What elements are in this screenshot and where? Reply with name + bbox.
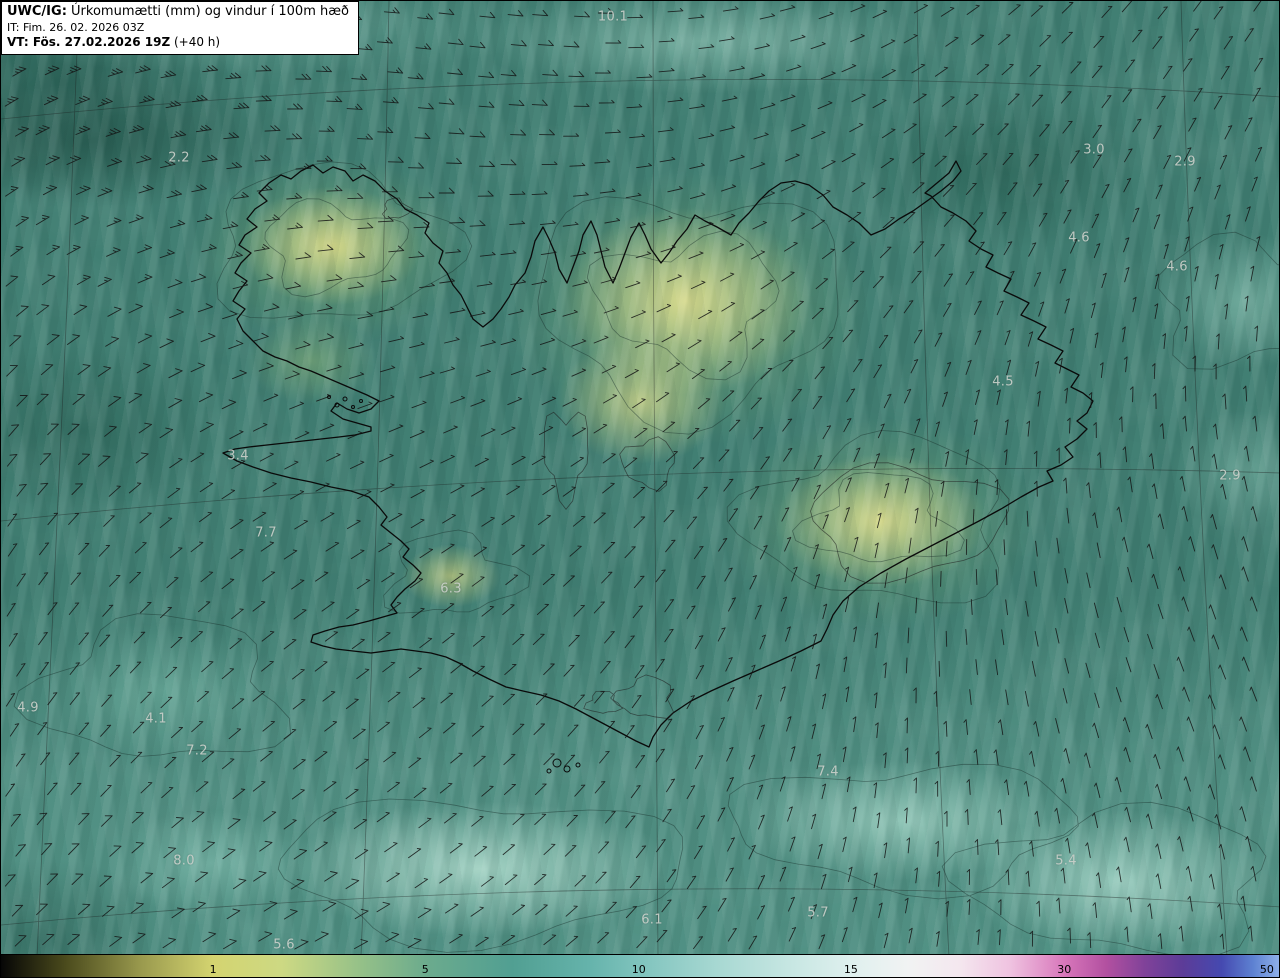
noise-texture xyxy=(1,1,1279,957)
colorbar-tick-30: 30 xyxy=(1057,963,1072,976)
map-overlay xyxy=(1,1,1279,957)
colorbar-tick-1: 1 xyxy=(209,963,217,976)
valid-time-line: VT: Fös. 27.02.2026 19Z (+40 h) xyxy=(7,35,349,51)
colorbar-tick-50: 50 xyxy=(1259,963,1274,976)
product-title-line: UWC/IG: Úrkomumætti (mm) og vindur í 100… xyxy=(7,4,349,21)
init-time: Fim. 26. 02. 2026 03Z xyxy=(22,20,145,34)
valid-label: VT: xyxy=(7,35,29,50)
colorbar-tick-5: 5 xyxy=(421,963,429,976)
weather-map-figure: 10.1 2.2 3.0 2.9 4.6 4.6 4.5 3.4 2.9 7.7 6.3 4.9 4.1… xyxy=(0,0,1280,978)
product-title: Úrkomumætti (mm) og vindur í 100m hæð xyxy=(71,4,349,19)
colorbar: 1 5 10 15 30 50 xyxy=(1,954,1279,977)
title-box: UWC/IG: Úrkomumætti (mm) og vindur í 100… xyxy=(1,1,359,55)
init-time-line: IT: Fim. 26. 02. 2026 03Z xyxy=(7,21,349,35)
init-label: IT: xyxy=(7,20,20,34)
valid-time: Fös. 27.02.2026 19Z xyxy=(32,35,171,50)
colorbar-tick-10: 10 xyxy=(631,963,646,976)
valid-offset: (+40 h) xyxy=(173,35,221,50)
model-id: UWC/IG: xyxy=(7,4,67,19)
colorbar-tick-15: 15 xyxy=(843,963,858,976)
